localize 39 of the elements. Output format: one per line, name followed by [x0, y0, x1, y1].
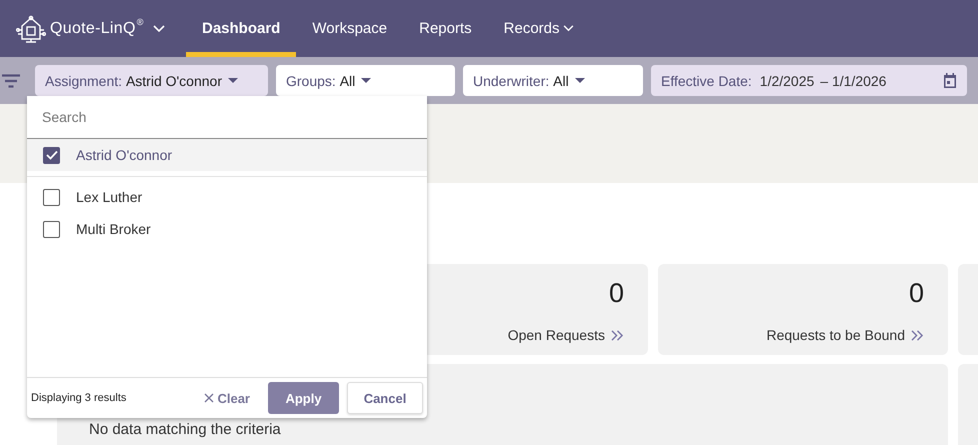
- clear-button[interactable]: Clear: [194, 382, 260, 414]
- filter-dropdown[interactable]: Assignment: Astrid O'connor: [35, 65, 268, 96]
- registered-mark: ®: [136, 17, 144, 27]
- option-label: Astrid O'connor: [76, 147, 172, 163]
- stat-value: 0: [908, 278, 924, 309]
- double-chevron-icon[interactable]: [911, 330, 924, 340]
- double-chevron-icon[interactable]: [611, 330, 624, 340]
- close-icon[interactable]: [204, 393, 214, 403]
- cancel-button[interactable]: Cancel: [347, 382, 423, 414]
- option-label: Lex Luther: [76, 189, 142, 205]
- stat-link[interactable]: Requests to be Bound: [766, 327, 924, 343]
- filter-dropdown[interactable]: Underwriter: All: [463, 65, 643, 96]
- stat-value: 0: [608, 278, 624, 309]
- caret-icon[interactable]: [574, 78, 585, 83]
- caret-icon[interactable]: [228, 78, 238, 83]
- calendar-icon[interactable]: [943, 73, 957, 88]
- nav-tab[interactable]: Reports: [403, 0, 488, 57]
- result-count: Displaying 3 results: [31, 392, 128, 404]
- app-name[interactable]: Quote-LinQ: [50, 20, 136, 38]
- date-range-field[interactable]: Effective Date: 1/2/2025 – 1/1/2026: [651, 65, 967, 96]
- option-row[interactable]: Multi Broker: [27, 213, 427, 245]
- checkbox[interactable]: [43, 220, 60, 238]
- caret-icon[interactable]: [361, 78, 372, 83]
- chevron-down-icon[interactable]: [153, 24, 166, 32]
- empty-message: No data matching the criteria: [89, 421, 281, 438]
- filter-icon[interactable]: [2, 74, 20, 88]
- nav-tab[interactable]: Records: [488, 0, 590, 57]
- search-field[interactable]: Search: [27, 96, 427, 139]
- apply-button[interactable]: Apply: [268, 382, 339, 414]
- option-row[interactable]: Astrid O'connor: [27, 139, 427, 171]
- option-label: Multi Broker: [76, 221, 151, 237]
- stat-link[interactable]: Open Requests: [508, 327, 624, 343]
- filter-dropdown[interactable]: Groups: All: [276, 65, 455, 96]
- logo-icon: [16, 14, 46, 44]
- chevron-down-icon[interactable]: [562, 25, 574, 32]
- nav-tab[interactable]: Workspace: [296, 0, 404, 57]
- option-row[interactable]: Lex Luther: [27, 181, 427, 213]
- checkbox[interactable]: [43, 188, 60, 206]
- checkbox[interactable]: [43, 146, 60, 164]
